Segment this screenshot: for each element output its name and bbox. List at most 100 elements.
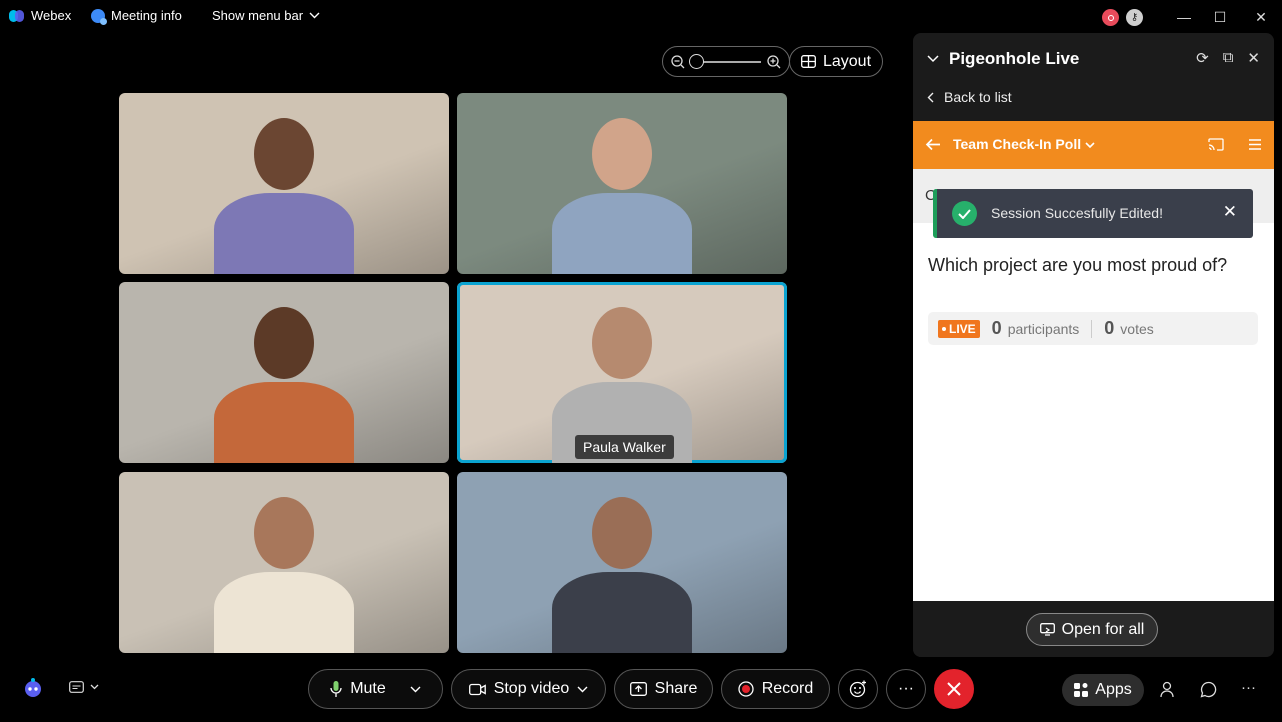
participant-figure (214, 381, 354, 463)
session-selector[interactable]: Team Check-In Poll (953, 136, 1095, 152)
app-name: Webex (31, 8, 72, 23)
participant-face (592, 307, 652, 380)
share-button[interactable]: Share (614, 669, 713, 709)
stop-video-label: Stop video (493, 680, 570, 697)
participants-icon[interactable] (1160, 681, 1177, 702)
more-options-button[interactable]: ··· (886, 669, 926, 709)
success-toast: Session Succesfully Edited! ✕ (933, 189, 1253, 238)
apps-button[interactable]: Apps (1062, 674, 1144, 706)
video-tile[interactable] (119, 282, 449, 463)
zoom-out-icon[interactable] (671, 54, 685, 69)
panel-title: Pigeonhole Live (949, 49, 1080, 68)
mute-label: Mute (350, 680, 386, 697)
votes-label: votes (1120, 320, 1154, 337)
pop-out-icon[interactable]: ⧉ (1223, 49, 1234, 67)
participants-label: participants (1007, 320, 1080, 337)
maximize-button[interactable]: ☐ (1208, 6, 1232, 28)
pigeonhole-panel: Pigeonhole Live ⟳ ⧉ ✕ Back to list Team … (913, 33, 1274, 657)
toast-close-icon[interactable]: ✕ (1223, 202, 1237, 222)
recording-indicator-icon[interactable] (1102, 9, 1119, 26)
chevron-down-icon (1085, 142, 1095, 149)
mute-button[interactable]: Mute (308, 669, 443, 709)
more-panels-icon[interactable]: ··· (1241, 679, 1256, 696)
stop-video-button[interactable]: Stop video (451, 669, 606, 709)
video-tile[interactable] (457, 472, 787, 653)
session-title: Team Check-In Poll (953, 136, 1082, 152)
participant-name-tag: Paula Walker (575, 435, 674, 459)
participant-figure (214, 571, 354, 653)
back-to-list-link[interactable]: Back to list (927, 89, 1012, 105)
record-label: Record (761, 680, 814, 697)
participant-face (592, 497, 652, 570)
emoji-reaction-icon (849, 680, 866, 698)
live-label: LIVE (949, 321, 976, 336)
participant-figure (214, 192, 354, 274)
open-for-all-label: Open for all (1061, 620, 1145, 638)
end-call-button[interactable] (934, 669, 974, 709)
success-check-icon (952, 201, 977, 226)
video-tile[interactable]: Paula Walker (457, 282, 787, 463)
participant-face (592, 118, 652, 191)
meeting-info-icon (91, 8, 107, 25)
zoom-in-icon[interactable] (767, 54, 781, 69)
back-to-list-label: Back to list (944, 89, 1012, 105)
votes-count: 0 (1104, 318, 1115, 338)
close-window-button[interactable]: ✕ (1249, 6, 1273, 28)
collapse-panel-chevron-icon[interactable] (927, 55, 939, 63)
close-icon (947, 682, 961, 696)
share-icon (629, 682, 647, 696)
meeting-info-label: Meeting info (111, 8, 182, 23)
minimize-button[interactable]: — (1172, 6, 1196, 28)
poll-stats: LIVE 0 participants 0 votes (928, 312, 1258, 345)
panel-footer: Open for all (913, 601, 1274, 657)
chat-icon[interactable] (1200, 681, 1217, 702)
stats-divider (1091, 319, 1093, 338)
webex-app-menu[interactable]: Webex (9, 8, 71, 23)
reactions-button[interactable] (838, 669, 878, 709)
share-label: Share (654, 680, 698, 697)
microphone-icon (330, 681, 342, 697)
chevron-left-icon (927, 92, 934, 102)
close-panel-icon[interactable]: ✕ (1247, 49, 1260, 67)
security-key-icon[interactable]: ⚷ (1126, 9, 1143, 26)
captions-icon (69, 681, 84, 693)
layout-button[interactable]: Layout (789, 46, 883, 77)
chevron-down-icon (309, 12, 320, 19)
video-options-chevron-icon[interactable] (577, 686, 588, 693)
participants-count: 0 (991, 318, 1002, 338)
participant-face (254, 307, 314, 380)
toast-message: Session Succesfully Edited! (991, 205, 1163, 221)
chevron-down-icon (90, 684, 99, 690)
participant-face (254, 497, 314, 570)
zoom-slider-handle[interactable] (689, 53, 704, 69)
video-tile[interactable] (119, 93, 449, 274)
video-tile[interactable] (119, 472, 449, 653)
back-arrow-icon[interactable] (925, 138, 941, 151)
session-header-bar: Team Check-In Poll (913, 121, 1274, 169)
captions-button[interactable] (69, 681, 99, 693)
ai-assistant-icon[interactable] (22, 677, 44, 703)
panel-header: Pigeonhole Live ⟳ ⧉ ✕ (913, 33, 1274, 85)
record-icon (738, 681, 754, 697)
video-tile[interactable] (457, 93, 787, 274)
apps-label: Apps (1095, 681, 1132, 698)
cast-icon[interactable] (1208, 138, 1224, 151)
hamburger-menu-icon[interactable] (1249, 139, 1261, 150)
video-camera-icon (468, 683, 486, 695)
record-button[interactable]: Record (721, 669, 830, 709)
open-for-all-button[interactable]: Open for all (1026, 613, 1158, 646)
video-zoom-control (662, 46, 790, 77)
zoom-slider[interactable] (689, 53, 761, 69)
mute-options-chevron-icon[interactable] (410, 686, 421, 693)
refresh-icon[interactable]: ⟳ (1196, 49, 1209, 67)
show-menu-bar-button[interactable]: Show menu bar (212, 8, 320, 23)
layout-label: Layout (822, 52, 872, 70)
share-screen-icon (1039, 623, 1055, 636)
show-menu-bar-label: Show menu bar (212, 8, 304, 23)
apps-grid-icon (1074, 683, 1089, 697)
participant-figure (552, 571, 692, 653)
participant-figure (552, 192, 692, 274)
meeting-info-button[interactable]: Meeting info (91, 8, 182, 25)
webex-logo-icon (9, 9, 25, 22)
title-bar: Webex Meeting info Show menu bar ⚷ — ☐ ✕ (0, 0, 1282, 34)
